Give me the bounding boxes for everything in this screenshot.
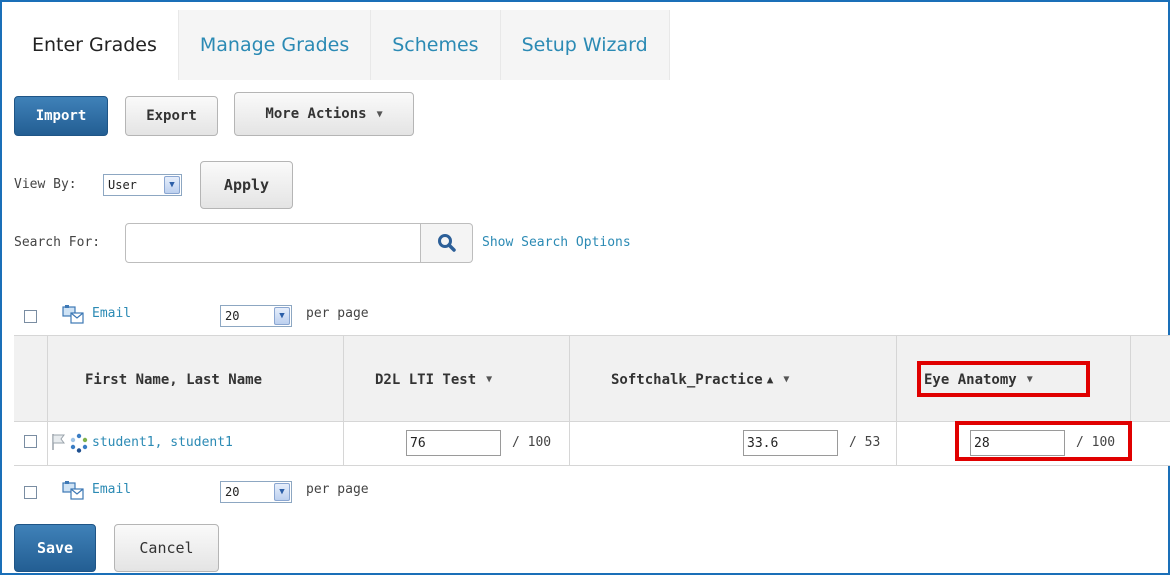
email-link-bottom[interactable]: Email	[92, 482, 131, 497]
import-label: Import	[35, 108, 87, 124]
search-input[interactable]	[125, 223, 421, 263]
column-divider	[47, 336, 48, 423]
column-header-d2l-lti-test[interactable]: D2L LTI Test ▼	[375, 336, 492, 423]
chevron-down-icon: ▼	[274, 483, 290, 501]
tab-manage-grades[interactable]: Manage Grades	[178, 10, 372, 80]
chevron-down-icon[interactable]: ▼	[486, 374, 492, 385]
column-header-label: First Name, Last Name	[85, 371, 263, 388]
per-page-value: 20	[225, 309, 240, 323]
search-label: Search For:	[14, 235, 101, 250]
tab-bar: Enter Grades Manage Grades Schemes Setup…	[10, 10, 670, 80]
view-by-value: User	[108, 178, 137, 192]
view-by-label: View By:	[14, 177, 77, 192]
column-divider	[47, 422, 48, 466]
tab-schemes[interactable]: Schemes	[371, 10, 501, 80]
column-divider	[343, 336, 344, 423]
export-label: Export	[146, 108, 197, 124]
cancel-label: Cancel	[139, 539, 194, 557]
tab-enter-grades[interactable]: Enter Grades	[10, 10, 179, 80]
column-header-name[interactable]: First Name, Last Name	[85, 336, 262, 423]
flag-icon[interactable]	[51, 433, 67, 451]
highlight-eye-anatomy-grade	[955, 421, 1132, 461]
grade-out-of: / 100	[512, 435, 552, 450]
row-checkbox[interactable]	[24, 435, 37, 448]
email-link[interactable]: Email	[92, 306, 131, 321]
column-header-label: Softchalk_Practice	[611, 371, 763, 388]
email-icon	[62, 305, 84, 324]
chevron-down-icon: ▼	[376, 108, 383, 120]
apply-label: Apply	[223, 176, 270, 194]
per-page-value: 20	[225, 485, 240, 499]
more-actions-button[interactable]: More Actions ▼	[234, 92, 414, 136]
student-name-link[interactable]: student1, student1	[92, 435, 233, 450]
view-by-select[interactable]: User ▼	[103, 174, 182, 196]
grade-out-of: / 53	[849, 435, 881, 450]
column-divider	[1130, 336, 1131, 423]
column-divider	[896, 422, 897, 466]
tab-setup-wizard[interactable]: Setup Wizard	[500, 10, 670, 80]
column-divider	[343, 422, 344, 466]
chevron-down-icon[interactable]: ▼	[783, 374, 789, 385]
user-status-icon	[70, 433, 88, 453]
search-button[interactable]	[421, 223, 473, 263]
column-divider	[896, 336, 897, 423]
page-frame	[0, 0, 1170, 575]
chevron-down-icon: ▼	[164, 176, 180, 194]
per-page-select-bottom[interactable]: 20 ▼	[220, 481, 292, 503]
per-page-select[interactable]: 20 ▼	[220, 305, 292, 327]
select-all-checkbox-bottom[interactable]	[24, 486, 37, 499]
select-all-checkbox[interactable]	[24, 310, 37, 323]
column-header-softchalk-practice[interactable]: Softchalk_Practice ▲ ▼	[611, 336, 789, 423]
column-divider	[569, 336, 570, 423]
per-page-label-bottom: per page	[306, 482, 369, 497]
apply-button[interactable]: Apply	[200, 161, 293, 209]
import-button[interactable]: Import	[14, 96, 108, 136]
show-search-options-link[interactable]: Show Search Options	[482, 235, 631, 250]
grade-input-softchalk-practice[interactable]: 33.6	[743, 430, 838, 456]
column-divider	[569, 422, 570, 466]
save-label: Save	[36, 539, 74, 557]
column-header-label: D2L LTI Test	[375, 371, 477, 388]
sort-asc-icon: ▲	[766, 373, 774, 386]
highlight-eye-anatomy-header	[917, 361, 1090, 397]
cancel-button[interactable]: Cancel	[114, 524, 219, 572]
save-button[interactable]: Save	[14, 524, 96, 572]
email-icon	[62, 481, 84, 500]
per-page-label: per page	[306, 306, 369, 321]
grade-input-d2l-lti-test[interactable]: 76	[406, 430, 501, 456]
chevron-down-icon: ▼	[274, 307, 290, 325]
search-icon	[437, 234, 456, 252]
export-button[interactable]: Export	[125, 96, 218, 136]
more-actions-label: More Actions	[265, 106, 367, 122]
